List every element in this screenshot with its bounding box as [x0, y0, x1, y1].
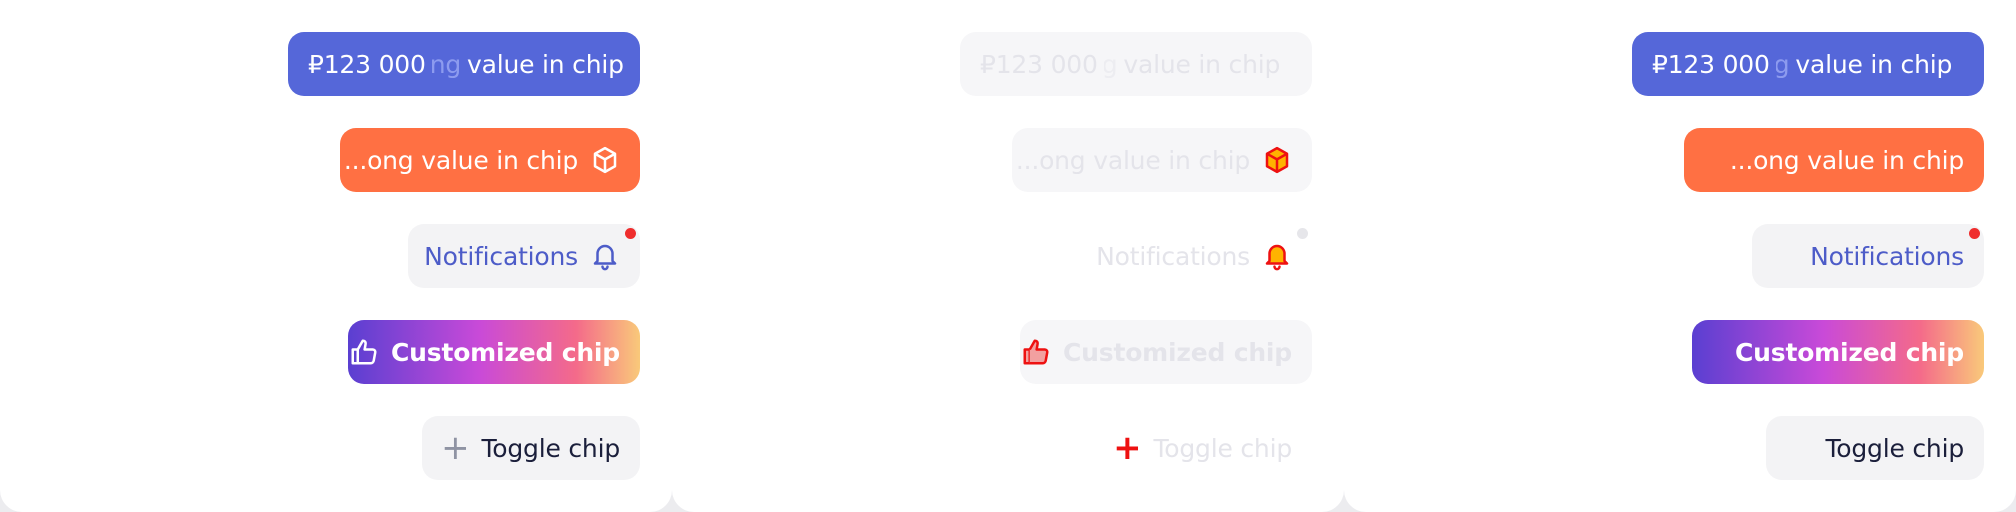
long-value-label: ...ong value in chip — [1015, 145, 1250, 175]
panel-enabled: ₽123 000 ng value in chip ...ong value i… — [0, 0, 672, 512]
long-value-label: ...ong value in chip — [1729, 145, 1964, 175]
notifications-chip-disabled: Notifications — [1080, 224, 1312, 288]
price-chip[interactable]: ₽123 000 ng value in chip — [288, 32, 640, 96]
price-fade-text: g — [1773, 49, 1790, 79]
customized-chip[interactable]: Customized chip — [348, 320, 640, 384]
price-chip-disabled: ₽123 000 g value in chip — [960, 32, 1312, 96]
panel-no-icons: ₽123 000 g value in chip ...ong value in… — [1344, 0, 2016, 512]
bell-icon — [1262, 240, 1292, 272]
toggle-chip[interactable]: + Toggle chip — [422, 416, 640, 480]
notification-badge-dot — [1297, 228, 1308, 239]
notifications-label: Notifications — [424, 241, 578, 271]
price-label: value in chip — [467, 49, 624, 79]
price-value: ₽123 000 — [980, 49, 1104, 79]
long-value-label: ...ong value in chip — [343, 145, 578, 175]
toggle-chip[interactable]: Toggle chip — [1766, 416, 1984, 480]
toggle-label: Toggle chip — [481, 433, 620, 463]
customized-label: Customized chip — [1063, 337, 1292, 367]
long-value-chip[interactable]: ...ong value in chip — [1684, 128, 1984, 192]
notifications-label: Notifications — [1096, 241, 1250, 271]
customized-label: Customized chip — [1735, 337, 1964, 367]
notification-badge-dot — [1969, 228, 1980, 239]
price-label: value in chip — [1123, 49, 1281, 79]
notifications-chip[interactable]: Notifications — [408, 224, 640, 288]
price-fade-text: ng — [429, 49, 462, 79]
chips-showcase: ₽123 000 ng value in chip ...ong value i… — [0, 0, 2016, 512]
toggle-label: Toggle chip — [1825, 433, 1964, 463]
price-value: ₽123 000 — [1652, 49, 1776, 79]
long-value-chip-disabled: ...ong value in chip — [1012, 128, 1312, 192]
notifications-label: Notifications — [1810, 241, 1964, 271]
thumbs-up-icon — [1021, 336, 1051, 368]
thumbs-up-icon — [349, 336, 379, 368]
notification-badge-dot — [625, 228, 636, 239]
price-chip[interactable]: ₽123 000 g value in chip — [1632, 32, 1984, 96]
plus-icon: + — [441, 428, 470, 468]
price-fade-text: g — [1101, 49, 1118, 79]
price-label: value in chip — [1795, 49, 1953, 79]
customized-chip[interactable]: Customized chip — [1692, 320, 1984, 384]
customized-label: Customized chip — [391, 337, 620, 367]
toggle-label: Toggle chip — [1153, 433, 1292, 463]
cube-icon — [590, 144, 620, 176]
customized-chip-disabled: Customized chip — [1020, 320, 1312, 384]
notifications-chip[interactable]: Notifications — [1752, 224, 1984, 288]
bell-icon — [590, 240, 620, 272]
plus-icon: + — [1113, 428, 1142, 468]
long-value-chip[interactable]: ...ong value in chip — [340, 128, 640, 192]
toggle-chip-disabled: + Toggle chip — [1094, 416, 1312, 480]
price-value: ₽123 000 — [308, 49, 432, 79]
panel-disabled: ₽123 000 g value in chip ...ong value in… — [672, 0, 1344, 512]
cube-icon — [1262, 144, 1292, 176]
